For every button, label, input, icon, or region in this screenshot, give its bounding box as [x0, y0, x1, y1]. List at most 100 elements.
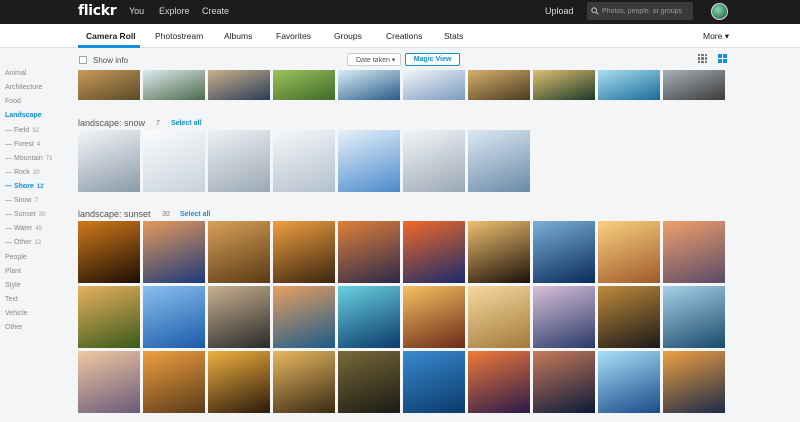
- sunset-row1-photo-2[interactable]: [143, 221, 205, 283]
- sidebar-item-other[interactable]: Other: [5, 324, 23, 331]
- snow-photo-7[interactable]: [468, 130, 530, 192]
- search-input[interactable]: [602, 7, 692, 15]
- sunset-row1-photo-6[interactable]: [403, 221, 465, 283]
- sunset-row3-photo-5[interactable]: [338, 351, 400, 413]
- sunset-row3-photo-10[interactable]: [663, 351, 725, 413]
- sunset-row2-photo-9[interactable]: [598, 286, 660, 348]
- sunset-row1-photo-3[interactable]: [208, 221, 270, 283]
- sidebar-item-count: 7: [34, 198, 38, 204]
- tab-favorites[interactable]: Favorites: [276, 31, 311, 41]
- sidebar-item-forest[interactable]: — Forest 4: [5, 141, 40, 148]
- sunset-row1-photo-8[interactable]: [533, 221, 595, 283]
- sunset-row2-photo-8[interactable]: [533, 286, 595, 348]
- more-menu[interactable]: More ▾: [703, 31, 729, 42]
- sidebar-item-animal[interactable]: Animal: [5, 70, 26, 77]
- sidebar-item-label: Style: [5, 282, 21, 289]
- sunset-row2-photo-10[interactable]: [663, 286, 725, 348]
- sunset-row2-photo-2[interactable]: [143, 286, 205, 348]
- snow-photo-5[interactable]: [338, 130, 400, 192]
- sunset-row3-photo-6[interactable]: [403, 351, 465, 413]
- sunset-row3-photo-4[interactable]: [273, 351, 335, 413]
- tab-albums[interactable]: Albums: [224, 31, 252, 41]
- snow-photo-1[interactable]: [78, 130, 140, 192]
- camera-roll-photo-7[interactable]: [468, 70, 530, 100]
- sidebar-item-mountain[interactable]: — Mountain 71: [5, 155, 52, 162]
- nav-explore[interactable]: Explore: [159, 6, 190, 16]
- magic-view-button[interactable]: Magic View: [405, 53, 460, 66]
- sidebar-item-landscape[interactable]: Landscape: [5, 112, 42, 119]
- sidebar-item-people[interactable]: People: [5, 254, 27, 261]
- upload-link[interactable]: Upload: [545, 6, 574, 16]
- sunset-row3-photo-1[interactable]: [78, 351, 140, 413]
- camera-roll-photo-4[interactable]: [273, 70, 335, 100]
- sidebar-item-label: Landscape: [5, 112, 42, 119]
- sunset-row1-photo-7[interactable]: [468, 221, 530, 283]
- sunset-row2-photo-6[interactable]: [403, 286, 465, 348]
- sidebar-item-snow[interactable]: — Snow 7: [5, 197, 38, 204]
- sidebar-item-plant[interactable]: Plant: [5, 268, 21, 275]
- sidebar-item-shore[interactable]: — Shore 12: [5, 183, 43, 190]
- sunset-row1-photo-9[interactable]: [598, 221, 660, 283]
- sidebar-item-label: Vehicle: [5, 310, 28, 317]
- sunset-row2-photo-1[interactable]: [78, 286, 140, 348]
- sidebar-item-rock[interactable]: — Rock 20: [5, 169, 40, 176]
- sunset-row2-photo-7[interactable]: [468, 286, 530, 348]
- sidebar-item-vehicle[interactable]: Vehicle: [5, 310, 28, 317]
- sidebar-item-label: — Sunset: [5, 211, 36, 218]
- sidebar-item-text[interactable]: Text: [5, 296, 18, 303]
- tab-creations[interactable]: Creations: [386, 31, 422, 41]
- camera-roll-photo-10[interactable]: [663, 70, 725, 100]
- large-grid-icon[interactable]: [718, 54, 727, 63]
- sort-dropdown[interactable]: Date taken ▾: [347, 53, 401, 66]
- nav-create[interactable]: Create: [202, 6, 229, 16]
- sunset-row2-photo-5[interactable]: [338, 286, 400, 348]
- sunset-row1-photo-5[interactable]: [338, 221, 400, 283]
- search-box[interactable]: [587, 2, 693, 20]
- show-info-label[interactable]: Show info: [93, 56, 128, 65]
- sidebar-item-field[interactable]: — Field 32: [5, 127, 39, 134]
- sidebar-item-other[interactable]: — Other 12: [5, 239, 41, 246]
- sunset-row3-photo-3[interactable]: [208, 351, 270, 413]
- snow-photo-3[interactable]: [208, 130, 270, 192]
- camera-roll-photo-9[interactable]: [598, 70, 660, 100]
- tab-camera-roll[interactable]: Camera Roll: [86, 31, 136, 41]
- camera-roll-photo-1[interactable]: [78, 70, 140, 100]
- sidebar-item-food[interactable]: Food: [5, 98, 21, 105]
- sunset-row3-photo-7[interactable]: [468, 351, 530, 413]
- camera-roll-photo-5[interactable]: [338, 70, 400, 100]
- camera-roll-photo-3[interactable]: [208, 70, 270, 100]
- sidebar-item-sunset[interactable]: — Sunset 30: [5, 211, 45, 218]
- snow-photo-4[interactable]: [273, 130, 335, 192]
- snow-photo-2[interactable]: [143, 130, 205, 192]
- sunset-row2-photo-3[interactable]: [208, 286, 270, 348]
- sunset-row3-photo-2[interactable]: [143, 351, 205, 413]
- sidebar-item-style[interactable]: Style: [5, 282, 21, 289]
- active-tab-indicator: [78, 45, 140, 48]
- sunset-row3-photo-8[interactable]: [533, 351, 595, 413]
- sidebar-item-count: 30: [38, 212, 46, 218]
- sidebar-item-architecture[interactable]: Architecture: [5, 84, 42, 91]
- sidebar-item-count: 45: [35, 226, 43, 232]
- flickr-logo[interactable]: flickr: [78, 3, 117, 19]
- select-all-snow[interactable]: Select all: [171, 120, 201, 127]
- sunset-row1-photo-4[interactable]: [273, 221, 335, 283]
- user-avatar[interactable]: [711, 3, 728, 20]
- sunset-row2-photo-4[interactable]: [273, 286, 335, 348]
- tab-photostream[interactable]: Photostream: [155, 31, 203, 41]
- tab-groups[interactable]: Groups: [334, 31, 362, 41]
- camera-roll-photo-2[interactable]: [143, 70, 205, 100]
- sunset-row1-photo-10[interactable]: [663, 221, 725, 283]
- sidebar-item-water[interactable]: — Water 45: [5, 225, 42, 232]
- nav-you[interactable]: You: [129, 6, 144, 16]
- sunset-row3-photo-9[interactable]: [598, 351, 660, 413]
- sidebar-item-count: 12: [34, 240, 42, 246]
- snow-photo-6[interactable]: [403, 130, 465, 192]
- section-title-snow: landscape: snow: [78, 118, 146, 128]
- camera-roll-photo-8[interactable]: [533, 70, 595, 100]
- camera-roll-photo-6[interactable]: [403, 70, 465, 100]
- sunset-row1-photo-1[interactable]: [78, 221, 140, 283]
- select-all-sunset[interactable]: Select all: [180, 211, 210, 218]
- small-grid-icon[interactable]: [698, 54, 707, 63]
- show-info-checkbox[interactable]: [79, 56, 87, 64]
- tab-stats[interactable]: Stats: [444, 31, 463, 41]
